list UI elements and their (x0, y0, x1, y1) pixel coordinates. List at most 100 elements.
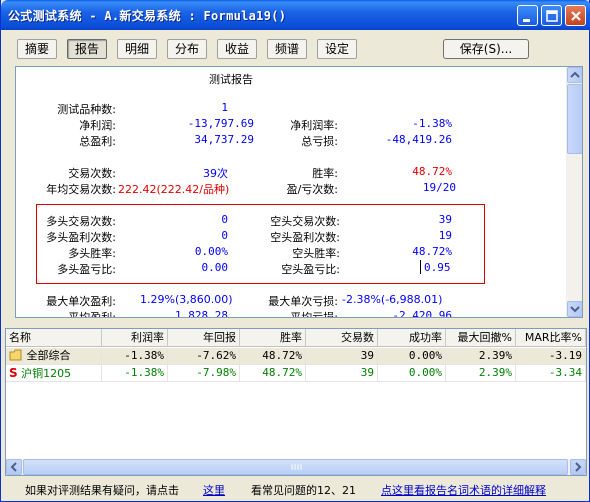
label-long-pl-ratio: 多头盈亏比: (57, 263, 116, 276)
title-bar[interactable]: 公式测试系统 - A.新交易系统 : Formula19() (1, 0, 590, 30)
label-net-profit-rate: 净利润率: (290, 119, 338, 132)
column-win-rate[interactable]: 胜率 (240, 329, 306, 347)
value-net-profit: -13,797.69 (187, 117, 254, 130)
table-cell: 48.72% (240, 348, 306, 365)
scroll-up-button[interactable] (567, 67, 582, 83)
table-cell: 2.39% (446, 365, 516, 382)
label-instrument-count: 测试品种数: (57, 103, 116, 116)
status-prefix: 如果对评测结果有疑问，请点击 (25, 484, 179, 497)
table-cell: 48.72% (240, 365, 306, 382)
table-cell: -7.62% (168, 348, 240, 365)
value-gross-loss: -48,419.26 (385, 133, 452, 146)
toolbar: 摘要 报告 明细 分布 收益 频谱 设定 保存(S)... (5, 34, 587, 64)
label-net-profit: 净利润: (79, 119, 116, 132)
table-row[interactable]: S 沪铜1205 -1.38% -7.98% 48.72% 39 0.00% 2… (6, 365, 586, 382)
value-long-trades: 0 (221, 213, 228, 226)
value-win-rate: 48.72% (412, 165, 452, 178)
grid-header: 名称 利润率 年回报 胜率 交易数 成功率 最大回撤% MAR比率% (6, 329, 586, 347)
grid-horizontal-scrollbar[interactable] (6, 459, 586, 475)
column-profit-rate[interactable]: 利润率 (102, 329, 168, 347)
scroll-down-button[interactable] (567, 301, 582, 317)
table-cell: -3.19 (516, 348, 586, 365)
table-cell: -7.98% (168, 365, 240, 382)
value-long-win-rate: 0.00% (194, 245, 228, 258)
minimize-icon (523, 19, 530, 22)
table-cell: 39 (306, 348, 378, 365)
row-name-cell: 全部综合 (6, 348, 102, 365)
label-win-loss-count: 盈/亏次数: (286, 183, 338, 196)
column-mar-ratio[interactable]: MAR比率% (516, 329, 586, 347)
value-instrument-count: 1 (221, 101, 228, 114)
column-annual-return[interactable]: 年回报 (168, 329, 240, 347)
column-success-rate[interactable]: 成功率 (378, 329, 446, 347)
label-long-wins: 多头盈利次数: (46, 231, 116, 244)
grip-icon (291, 464, 302, 470)
save-button[interactable]: 保存(S)... (443, 39, 529, 59)
scroll-right-button[interactable] (570, 459, 586, 475)
value-long-wins: 0 (221, 229, 228, 242)
value-short-win-rate: 48.72% (412, 245, 452, 258)
value-avg-loss: -2,420.96 (392, 309, 452, 318)
value-gross-profit: 34,737.29 (194, 133, 254, 146)
table-cell: -1.38% (102, 365, 168, 382)
maximize-button[interactable] (541, 5, 562, 26)
horizontal-scroll-thumb[interactable] (23, 459, 568, 475)
status-middle: 看常见问题的12、21 (251, 484, 356, 497)
close-button[interactable] (565, 5, 586, 26)
value-annual-trades: 222.42(222.42/品种) (118, 183, 230, 196)
scroll-thumb[interactable] (567, 84, 582, 154)
tab-report[interactable]: 报告 (67, 39, 107, 59)
table-cell: -3.34 (516, 365, 586, 382)
arrow-right-icon (575, 462, 582, 472)
text-cursor (420, 260, 421, 274)
tab-detail[interactable]: 明细 (117, 39, 157, 59)
status-bar: 如果对评测结果有疑问，请点击 这里 看常见问题的12、21 点这里看报告名词术语… (1, 478, 590, 500)
table-cell: 2.39% (446, 348, 516, 365)
label-short-win-rate: 空头胜率: (292, 247, 340, 260)
column-trade-count[interactable]: 交易数 (306, 329, 378, 347)
arrow-up-icon (570, 71, 580, 78)
value-win-loss-count: 19/20 (422, 181, 456, 194)
glossary-link[interactable]: 点这里看报告名词术语的详细解释 (381, 482, 546, 498)
column-name[interactable]: 名称 (6, 329, 102, 347)
close-icon (571, 11, 581, 21)
minimize-button[interactable] (517, 5, 538, 26)
scroll-left-button[interactable] (6, 459, 22, 475)
table-cell: -1.38% (102, 348, 168, 365)
folder-icon (9, 349, 22, 361)
value-short-pl-ratio: 0.95 (424, 261, 451, 274)
label-gross-loss: 总亏损: (301, 135, 338, 148)
tab-summary[interactable]: 摘要 (17, 39, 57, 59)
tab-spectrum[interactable]: 频谱 (267, 39, 307, 59)
column-max-drawdown[interactable]: 最大回撤% (446, 329, 516, 347)
label-short-pl-ratio: 空头盈亏比: (281, 263, 340, 276)
row-name-cell: S 沪铜1205 (6, 365, 102, 382)
report-vertical-scrollbar[interactable] (566, 67, 582, 317)
label-short-trades: 空头交易次数: (270, 215, 340, 228)
label-avg-loss: 平均亏损: (290, 311, 338, 318)
label-max-loss: 最大单次亏损: (268, 295, 338, 308)
value-avg-win: 1,828.28 (175, 309, 228, 318)
report-panel[interactable]: 测试报告 测试品种数: 1 净利润: -13,797.69 净利润率: -1.3… (15, 66, 583, 318)
panel-splitter[interactable] (5, 322, 587, 326)
value-trade-count: 39次 (203, 167, 228, 180)
value-short-trades: 39 (438, 213, 452, 226)
tab-distribution[interactable]: 分布 (167, 39, 207, 59)
arrow-down-icon (570, 306, 580, 313)
label-avg-win: 平均盈利: (68, 311, 116, 318)
tab-returns[interactable]: 收益 (217, 39, 257, 59)
value-max-loss: -2.38%(-6,988.01) (342, 293, 443, 306)
results-grid[interactable]: 名称 利润率 年回报 胜率 交易数 成功率 最大回撤% MAR比率% 全部综合 … (5, 328, 587, 476)
label-gross-profit: 总盈利: (79, 135, 116, 148)
faq-link[interactable]: 这里 (203, 482, 225, 498)
s-icon: S (9, 366, 18, 380)
arrow-left-icon (10, 462, 17, 472)
label-max-win: 最大单次盈利: (46, 295, 116, 308)
label-annual-trades: 年均交易次数: (46, 183, 116, 196)
tab-settings[interactable]: 设定 (317, 39, 357, 59)
value-max-win: 1.29%(3,860.00) (140, 293, 233, 306)
table-cell: 0.00% (378, 365, 446, 382)
label-short-wins: 空头盈利次数: (270, 231, 340, 244)
label-long-trades: 多头交易次数: (46, 215, 116, 228)
table-row[interactable]: 全部综合 -1.38% -7.62% 48.72% 39 0.00% 2.39%… (6, 348, 586, 365)
